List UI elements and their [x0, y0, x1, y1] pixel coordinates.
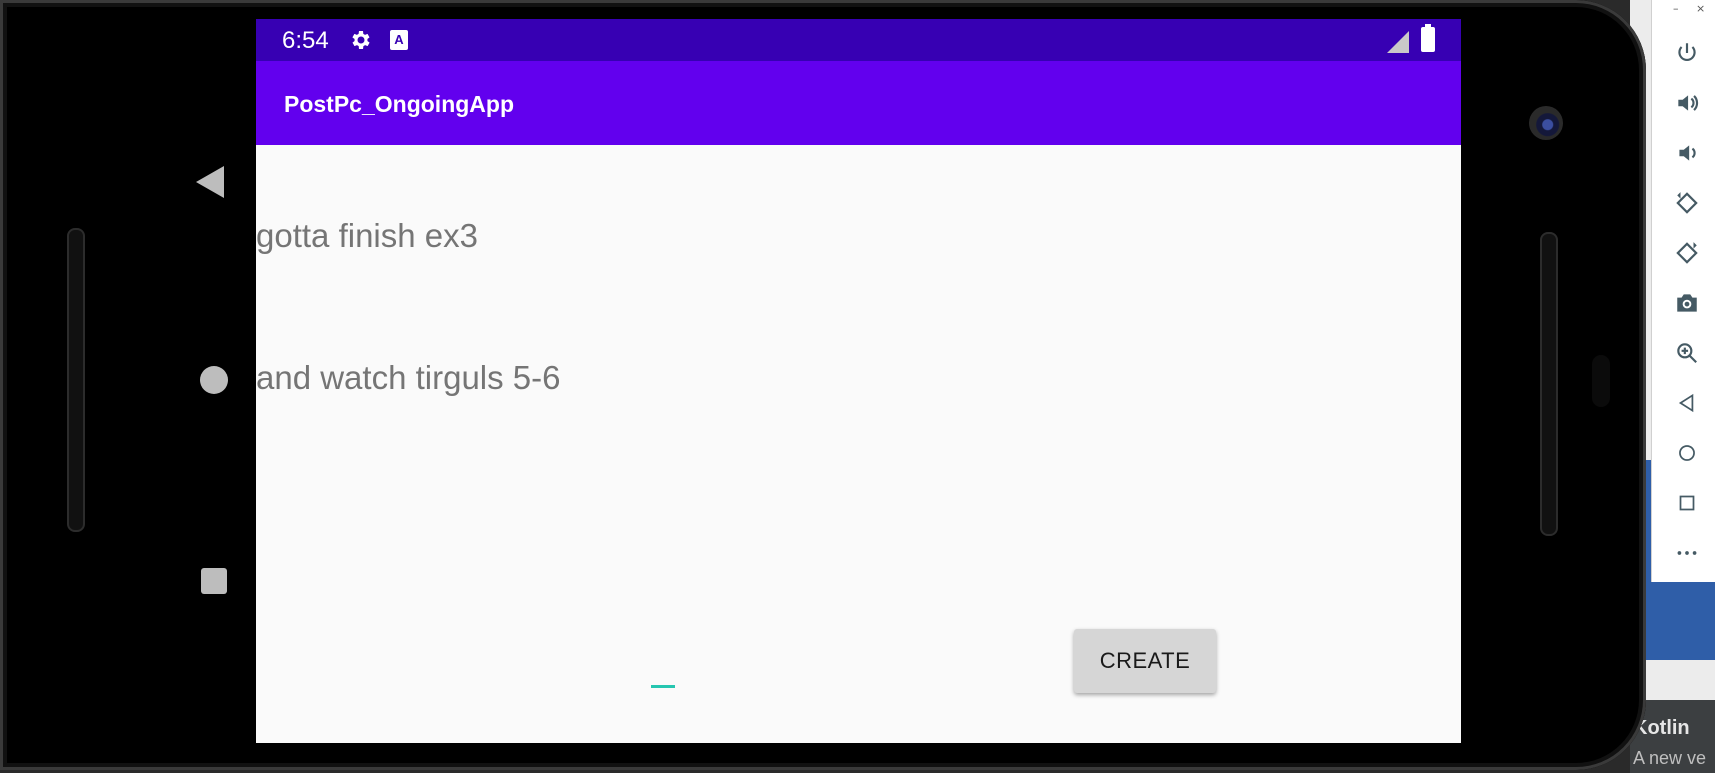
power-icon[interactable]	[1674, 40, 1700, 66]
camera-icon[interactable]	[1674, 290, 1700, 316]
create-button[interactable]: CREATE	[1074, 629, 1216, 693]
status-time: 6:54	[282, 27, 329, 54]
home-icon[interactable]	[1674, 440, 1700, 466]
app-title: PostPc_OngoingApp	[284, 91, 514, 117]
speaker-grille	[1540, 232, 1558, 536]
settings-gear-icon	[349, 28, 373, 52]
ide-notification-text: A new ve	[1633, 748, 1707, 768]
speaker-grille	[67, 228, 85, 532]
camera-icon	[1529, 106, 1563, 140]
rotate-right-icon[interactable]	[1674, 240, 1700, 266]
more-icon[interactable]	[1674, 540, 1700, 566]
status-bar: 6:54 A	[256, 19, 1461, 61]
overview-icon[interactable]	[1674, 490, 1700, 516]
minimize-button[interactable]: –	[1673, 2, 1679, 15]
text-input-cursor[interactable]	[651, 685, 675, 688]
zoom-icon[interactable]	[1674, 340, 1700, 366]
device-screen: 6:54 A PostPc_OngoingApp gotta finish ex…	[256, 19, 1461, 743]
volume-down-icon[interactable]	[1674, 140, 1700, 166]
sensor	[1592, 355, 1610, 407]
todo-item[interactable]: gotta finish ex3	[256, 217, 478, 255]
emulator-toolbar: – ×	[1651, 0, 1715, 582]
signal-icon	[1387, 31, 1409, 53]
battery-icon	[1421, 24, 1435, 52]
todo-item[interactable]: and watch tirguls 5-6	[256, 359, 561, 397]
phone-frame: 6:54 A PostPc_OngoingApp gotta finish ex…	[0, 0, 1646, 770]
app-bar: PostPc_OngoingApp	[256, 61, 1461, 145]
rotate-left-icon[interactable]	[1674, 190, 1700, 216]
recents-nav-icon[interactable]	[201, 568, 227, 594]
close-button[interactable]: ×	[1696, 2, 1705, 15]
keyboard-a-icon: A	[390, 30, 408, 50]
back-icon[interactable]	[1674, 390, 1700, 416]
volume-up-icon[interactable]	[1674, 90, 1700, 116]
home-nav-icon[interactable]	[200, 366, 228, 394]
back-nav-icon[interactable]	[196, 166, 224, 198]
